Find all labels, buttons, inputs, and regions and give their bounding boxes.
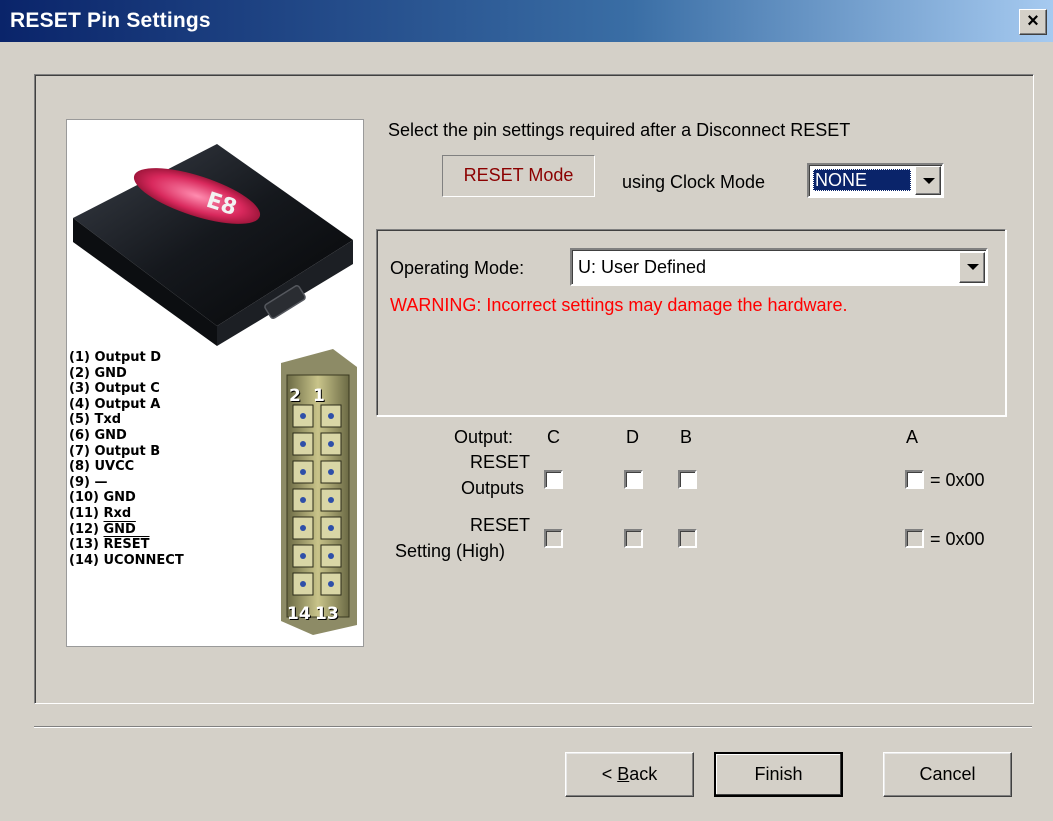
operating-mode-value: U: User Defined xyxy=(578,257,707,277)
reset-mode-label: RESET Mode xyxy=(442,155,595,197)
close-button[interactable]: × xyxy=(1019,9,1047,35)
reset-setting-label-line2: Setting (High) xyxy=(395,541,506,561)
operating-mode-select[interactable]: U: User Defined xyxy=(570,248,988,286)
pin-label: (12) GND xyxy=(69,521,136,537)
pin-label: (10) GND xyxy=(69,490,136,506)
reset-setting-c-checkbox[interactable] xyxy=(544,529,563,548)
connector-pin-13-label: 13 xyxy=(315,604,339,624)
column-a-header: A xyxy=(906,427,919,447)
warning-text: WARNING: Incorrect settings may damage t… xyxy=(390,295,848,315)
connector-pin-1-label: 1 xyxy=(313,386,325,406)
pin-label: (7) Output B xyxy=(69,443,161,459)
pin-label: (6) GND xyxy=(69,427,127,443)
connector-pin-14-label: 14 xyxy=(287,604,311,624)
column-d-header: D xyxy=(626,427,639,447)
emulator-device-image: E8 xyxy=(73,144,353,346)
reset-outputs-label-line2: Outputs xyxy=(461,478,525,498)
pin-label: (8) UVCC xyxy=(69,459,135,475)
reset-setting-value: = 0x00 xyxy=(930,529,985,549)
title-bar: RESET Pin Settings × xyxy=(0,0,1053,42)
clock-mode-select[interactable]: NONE xyxy=(807,163,944,198)
operating-mode-label: Operating Mode: xyxy=(390,258,525,278)
back-button-accelerator: B xyxy=(617,764,630,784)
chevron-down-icon[interactable] xyxy=(959,252,985,283)
instruction-text: Select the pin settings required after a… xyxy=(388,120,851,140)
pin-label: (1) Output D xyxy=(69,350,162,365)
back-button-prefix: < xyxy=(601,764,618,784)
connector-pin-2-label: 2 xyxy=(289,386,301,406)
chevron-down-icon[interactable] xyxy=(915,166,941,195)
close-icon: × xyxy=(1027,10,1039,32)
clock-mode-value: NONE xyxy=(813,169,911,191)
reset-output-c-checkbox[interactable] xyxy=(544,470,563,489)
pin-label: (11) Rxd xyxy=(69,505,132,521)
using-clock-mode-label: using Clock Mode xyxy=(622,172,766,192)
finish-button[interactable]: Finish xyxy=(714,752,843,797)
reset-output-b-checkbox[interactable] xyxy=(678,470,697,489)
back-button[interactable]: < Back xyxy=(565,752,694,797)
pin-label: (9) — xyxy=(69,474,108,490)
reset-setting-d-checkbox[interactable] xyxy=(624,529,643,548)
reset-output-d-checkbox[interactable] xyxy=(624,470,643,489)
back-button-rest: ack xyxy=(629,764,658,784)
device-illustration: E8 (1) Output D (2) GND (3) Output C (4)… xyxy=(66,119,364,647)
reset-setting-a-checkbox[interactable] xyxy=(905,529,924,548)
column-c-header: C xyxy=(547,427,560,447)
pin-label: (3) Output C xyxy=(69,381,160,397)
reset-setting-b-checkbox[interactable] xyxy=(678,529,697,548)
pin-label: (5) Txd xyxy=(69,412,122,428)
output-label: Output: xyxy=(454,427,514,447)
column-b-header: B xyxy=(680,427,693,447)
pin-label: (4) Output A xyxy=(69,396,161,412)
cancel-button[interactable]: Cancel xyxy=(883,752,1012,797)
reset-outputs-label-line1: RESET xyxy=(470,452,531,472)
pin-label: (14) UCONNECT xyxy=(69,552,184,568)
pin-list: (1) Output D (2) GND (3) Output C (4) Ou… xyxy=(69,350,184,568)
window-title: RESET Pin Settings xyxy=(10,9,211,32)
pin-label: (13) RESET xyxy=(69,537,150,553)
footer-separator xyxy=(34,726,1032,728)
reset-output-a-checkbox[interactable] xyxy=(905,470,924,489)
reset-setting-label-line1: RESET xyxy=(470,515,531,535)
pin-label: (2) GND xyxy=(69,365,127,381)
reset-outputs-value: = 0x00 xyxy=(930,470,985,490)
